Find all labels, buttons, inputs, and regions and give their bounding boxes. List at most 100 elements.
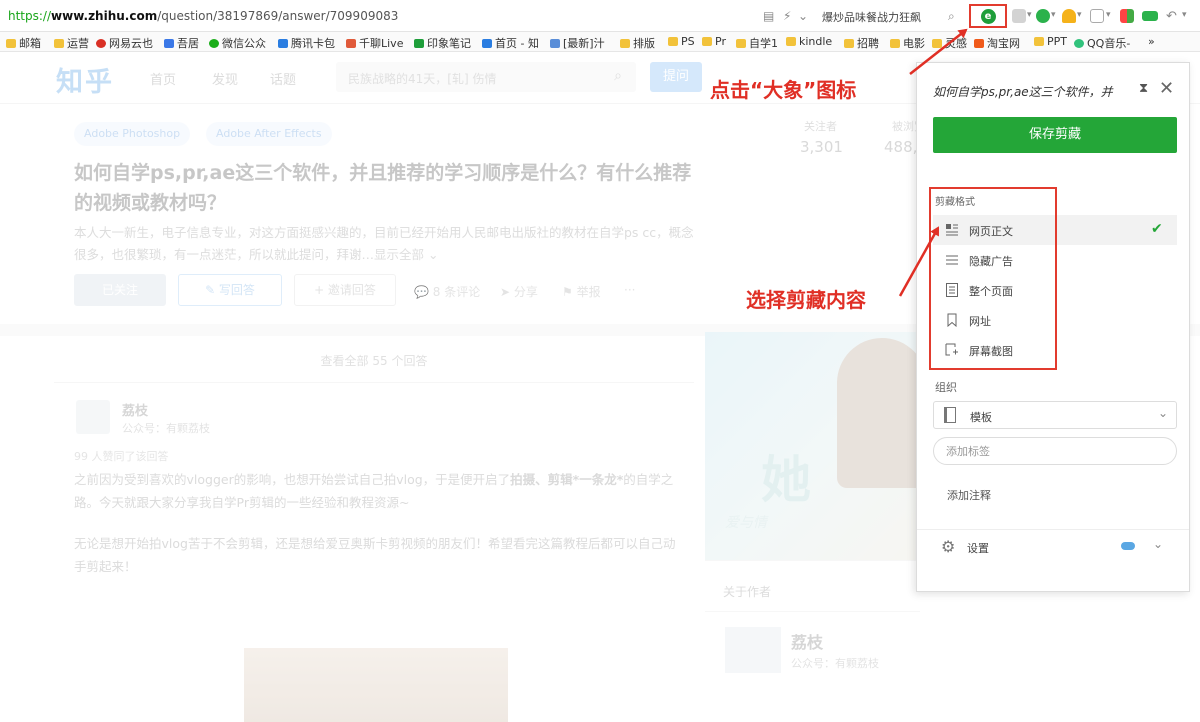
checkmark-icon: ✔ xyxy=(1151,221,1163,237)
author-name[interactable]: 荔枝 xyxy=(122,400,148,419)
chevron-down-icon[interactable]: ▾ xyxy=(1027,10,1032,20)
notebook-select[interactable]: 模板 ⌄ xyxy=(933,401,1177,429)
battery-icon[interactable] xyxy=(1142,11,1158,21)
elephant-icon: e xyxy=(980,8,996,24)
zhihu-search-box[interactable]: 民族战略的41天，[轧] 伤情 ⌕ xyxy=(336,62,636,92)
bookmark-item[interactable]: PPT xyxy=(1034,35,1067,48)
bookmark-item[interactable]: 首页 - 知 xyxy=(482,35,539,51)
search-icon[interactable]: ⌕ xyxy=(948,9,955,24)
nav-topics[interactable]: 话题 xyxy=(270,69,296,88)
sidebar-promo-image[interactable]: 她 爱与情 xyxy=(705,332,920,560)
format-option-screenshot[interactable]: 屏幕截图 xyxy=(933,335,1177,365)
bookmark-item[interactable]: Pr xyxy=(702,35,726,48)
avatar[interactable] xyxy=(725,627,781,673)
account-indicator[interactable] xyxy=(1121,542,1135,550)
format-label: 屏幕截图 xyxy=(969,345,1013,358)
write-answer-button[interactable]: ✎ 写回答 xyxy=(178,274,282,306)
bookmarks-bar: 邮箱 运营 网易云也 吾居 微信公众 腾讯卡包 千聊Live 印象笔记 首页 -… xyxy=(0,32,1200,52)
bookmark-item[interactable]: PS xyxy=(668,35,695,48)
comments-link[interactable]: 💬 8 条评论 xyxy=(414,283,480,300)
bookmark-item[interactable]: 自学1 xyxy=(736,35,778,51)
chevron-down-icon[interactable]: ⌄ xyxy=(798,9,808,23)
answer-paragraph: 之前因为受到喜欢的vlogger的影响，也想开始尝试自己拍vlog，于是便开启了… xyxy=(74,472,674,510)
chevron-down-icon[interactable]: ▾ xyxy=(1077,10,1082,20)
invite-answer-button[interactable]: + 邀请回答 xyxy=(294,274,396,306)
site-icon xyxy=(550,38,560,48)
search-icon[interactable]: ⌕ xyxy=(614,68,622,84)
about-author-card: 关于作者 荔枝 公众号：有颗荔枝 xyxy=(705,560,920,722)
evernote-icon xyxy=(414,38,424,48)
nav-home[interactable]: 首页 xyxy=(150,69,176,88)
annotation-click-elephant: 点击“大象”图标 xyxy=(710,78,857,102)
report-link[interactable]: ⚑ 举报 xyxy=(562,283,601,300)
evernote-clipper-button[interactable]: e xyxy=(969,4,1007,28)
bookmark-item[interactable]: 灵感 xyxy=(932,35,967,51)
show-more-link[interactable]: 显示全部 ⌄ xyxy=(374,247,438,262)
avatar[interactable] xyxy=(76,400,110,434)
bookmark-item[interactable]: 运营 xyxy=(54,35,89,51)
view-all-answers-link[interactable]: 查看全部 55 个回答 xyxy=(54,352,694,369)
clip-title-field[interactable]: 如何自学ps,pr,ae这三个软件，并 xyxy=(933,83,1133,100)
bookmark-item[interactable]: 印象笔记 xyxy=(414,35,471,51)
format-option-bookmark[interactable]: 网址 xyxy=(933,305,1177,335)
settings-label[interactable]: 设置 xyxy=(967,540,989,556)
bookmark-item[interactable]: 电影 xyxy=(890,35,925,51)
apps-grid-icon[interactable] xyxy=(1120,9,1134,23)
undo-icon[interactable]: ↶ xyxy=(1166,9,1177,24)
gear-icon[interactable]: ⚙ xyxy=(941,537,955,556)
bookmark-item[interactable]: 招聘 xyxy=(844,35,879,51)
add-comment-link[interactable]: 添加注释 xyxy=(947,487,991,503)
bookmark-item[interactable]: 网易云也 xyxy=(96,35,153,51)
extension-green-icon[interactable] xyxy=(1036,9,1050,23)
bookmark-item[interactable]: 排版 xyxy=(620,35,655,51)
add-tag-input[interactable] xyxy=(933,437,1177,465)
netease-icon xyxy=(96,38,106,48)
answer-paragraph: 无论是想开始拍vlog苦于不会剪辑，还是想给爱豆奥斯卡剪视频的朋友们！希望看完这… xyxy=(74,536,676,574)
bookmark-item[interactable]: 吾居 xyxy=(164,35,199,51)
lightning-icon[interactable]: ⚡ xyxy=(783,9,791,23)
folder-icon xyxy=(1034,37,1044,46)
chevron-down-icon[interactable]: ▾ xyxy=(1182,10,1187,20)
bookmark-item[interactable]: kindle xyxy=(786,35,832,48)
url-field[interactable]: https://www.zhihu.com/question/38197869/… xyxy=(8,9,398,23)
bookmark-item[interactable]: 微信公众 xyxy=(209,35,266,51)
topic-tag[interactable]: Adobe Photoshop xyxy=(74,122,191,146)
followed-button[interactable]: 已关注 xyxy=(74,274,166,306)
more-bookmarks-button[interactable]: » xyxy=(1148,35,1155,48)
divider xyxy=(917,529,1189,530)
bookmark-item[interactable]: 腾讯卡包 xyxy=(278,35,335,51)
question-title: 如何自学ps,pr,ae这三个软件，并且推荐的学习顺序是什么？有什么推荐的视频或… xyxy=(74,162,692,214)
extension-icon[interactable] xyxy=(1012,9,1026,23)
format-label: 网址 xyxy=(969,315,991,328)
chevron-down-icon[interactable]: ▾ xyxy=(1051,10,1056,20)
promo-title: 她 xyxy=(761,450,811,509)
save-clip-button[interactable]: 保存剪藏 xyxy=(933,117,1177,153)
zhihu-logo[interactable]: 知乎 xyxy=(56,60,114,99)
folder-icon xyxy=(890,38,900,48)
bookmark-item[interactable]: QQ音乐- xyxy=(1074,35,1130,51)
about-author-name[interactable]: 荔枝 xyxy=(791,629,823,653)
window-icon[interactable] xyxy=(1090,9,1104,23)
answer-image[interactable] xyxy=(244,648,508,722)
share-link[interactable]: ➤ 分享 xyxy=(500,283,538,300)
bookmark-item[interactable]: 淘宝网 xyxy=(974,35,1020,51)
hourglass-icon[interactable]: ⧗ xyxy=(1139,81,1148,96)
bookmark-item[interactable]: 千聊Live xyxy=(346,35,403,51)
chevron-down-icon[interactable]: ▾ xyxy=(1106,10,1111,20)
shield-icon[interactable] xyxy=(1062,9,1076,23)
format-option-article[interactable]: 网页正文 ✔ xyxy=(933,215,1177,245)
ask-button[interactable]: 提问 xyxy=(650,62,702,92)
reader-icon[interactable]: ▤ xyxy=(763,9,774,23)
more-actions-button[interactable]: ··· xyxy=(624,283,635,297)
bookmark-item[interactable]: [最新]汁 xyxy=(550,35,605,51)
close-icon[interactable]: ✕ xyxy=(1159,78,1174,99)
bookmark-item[interactable]: 邮箱 xyxy=(6,35,41,51)
search-placeholder: 民族战略的41天，[轧] 伤情 xyxy=(348,72,497,86)
format-option-full-page[interactable]: 整个页面 xyxy=(933,275,1177,305)
topic-tag[interactable]: Adobe After Effects xyxy=(206,122,332,146)
chevron-down-icon[interactable]: ⌄ xyxy=(1153,537,1163,551)
format-option-simplified[interactable]: 隐藏广告 xyxy=(933,245,1177,275)
nav-discover[interactable]: 发现 xyxy=(212,69,238,88)
search-suggestion[interactable]: 爆炒品味餐战力狂飙 xyxy=(822,9,921,25)
zhihu-icon xyxy=(482,38,492,48)
